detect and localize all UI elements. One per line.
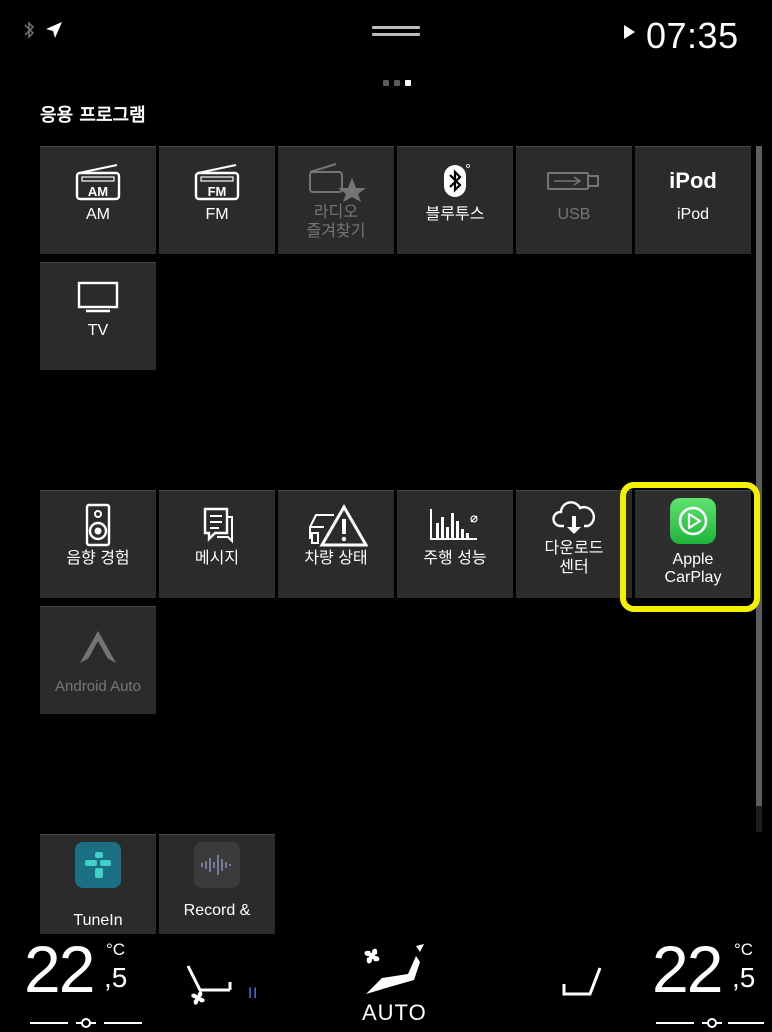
status-bar: 07:35 [0,0,772,70]
left-temp-unit: °C [106,940,126,959]
app-label: iPod [676,206,710,223]
page-dot [383,80,389,86]
radio-favorites-icon [309,163,366,202]
app-label: 메시지 [194,550,240,567]
app-tile-sound[interactable]: 음향 경험 [40,490,156,598]
left-temp-decimal: ,5 [104,962,128,993]
link-icon [702,1018,722,1028]
app-grid-third-party: TuneIn Record & [40,834,754,934]
divider [104,1022,142,1024]
sound-wave-icon [194,842,240,888]
app-label: 라디오 즐겨찾기 [306,204,366,240]
app-label: USB [557,206,591,223]
page-dot [394,80,400,86]
page-dot-active [405,80,411,86]
divider [728,1022,764,1024]
link-icon [76,1018,96,1028]
play-icon [624,25,635,39]
app-tile-bluetooth[interactable]: 블루투스 [397,146,513,254]
seat-fan-icon[interactable] [184,962,242,1012]
app-label: 다운로드 센터 [544,540,604,576]
drag-handle[interactable] [372,26,420,36]
app-label: Android Auto [55,678,141,695]
app-label: 블루투스 [425,206,485,223]
app-tile-ipod[interactable]: iPod iPod [635,146,751,254]
page-indicator[interactable] [383,80,411,86]
right-temp-decimal: ,5 [732,962,756,993]
clock: 07:35 [646,15,739,56]
navigation-arrow-icon [46,22,62,38]
cloud-download-icon [552,501,595,534]
right-temp-unit: °C [734,940,754,959]
bluetooth-icon [24,21,35,39]
svg-text:AM: AM [88,184,108,199]
am-radio-icon: AM [75,164,121,201]
auto-climate-icon[interactable] [356,938,428,1002]
app-tile-messages[interactable]: 메시지 [159,490,275,598]
speaker-icon [85,503,111,547]
app-label: 주행 성능 [423,550,487,567]
divider [30,1022,68,1024]
right-seat-icon[interactable] [560,966,604,1006]
page-title: 응용 프로그램 [40,105,146,126]
svg-text:FM: FM [208,184,227,199]
climate-bar: 22 °C ,5 II AUTO 22 °C ,5 [0,936,772,1032]
app-label: TuneIn [73,912,123,929]
app-label: 차량 상태 [304,550,368,567]
app-label: Record & [183,902,251,919]
app-tile-usb[interactable]: USB [516,146,632,254]
app-label: TV [87,322,109,339]
app-label: FM [205,206,229,223]
carplay-highlight-box [620,482,760,612]
app-tile-fm[interactable]: FM FM [159,146,275,254]
scrollbar-thumb[interactable] [756,146,762,806]
app-grid-media: AM AM FM FM 라디오 즐겨찾기 블루투스 USB iPod iPod … [40,146,754,376]
divider [656,1022,694,1024]
car-warning-icon [309,504,368,547]
app-tile-record-and-send[interactable]: Record & [159,834,275,934]
app-tile-download-center[interactable]: 다운로드 센터 [516,490,632,598]
app-tile-radio-favorites[interactable]: 라디오 즐겨찾기 [278,146,394,254]
app-label: AM [86,206,110,223]
fm-radio-icon: FM [194,164,240,201]
fan-level: II [248,986,259,1002]
tv-icon [77,281,119,313]
left-temp-value: 22 [24,932,95,1006]
right-temp-value: 22 [652,932,723,1006]
auto-mode-label: AUTO [362,1000,427,1025]
app-tile-tunein[interactable]: TuneIn [40,834,156,934]
tunein-icon [75,842,121,888]
app-tile-driving[interactable]: 주행 성능 [397,490,513,598]
driving-stats-icon [430,509,478,540]
app-tile-tv[interactable]: TV [40,262,156,370]
app-tile-am[interactable]: AM AM [40,146,156,254]
android-auto-icon [80,631,116,663]
usb-icon [547,172,599,190]
app-tile-android-auto[interactable]: Android Auto [40,606,156,714]
bluetooth-icon [444,164,470,197]
app-label: 음향 경험 [66,550,130,567]
ipod-icon: iPod [669,168,717,193]
app-tile-car-status[interactable]: 차량 상태 [278,490,394,598]
message-icon [203,507,233,544]
